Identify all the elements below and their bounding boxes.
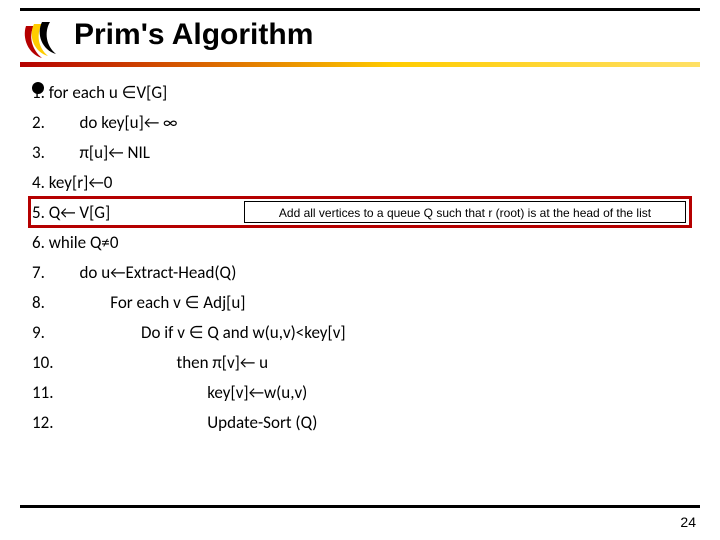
bottom-rule	[20, 505, 700, 508]
code-line: 4. key[r]←0	[32, 172, 112, 193]
code-line: 12. Update-Sort (Q)	[32, 412, 317, 433]
code-line: 2. do key[u]← ∞	[32, 112, 178, 133]
code-line: 10. then π[v]← u	[32, 352, 268, 373]
callout-text: Add all vertices to a queue Q such that …	[244, 201, 686, 223]
slide: Prim's Algorithm 1. for each u ∈V[G] 2. …	[0, 0, 720, 540]
code-line: 11. key[v]←w(u,v)	[32, 382, 307, 403]
code-line: 3. π[u]← NIL	[32, 142, 150, 163]
code-line: 6. while Q≠0	[32, 232, 118, 253]
slide-title: Prim's Algorithm	[74, 18, 313, 52]
top-rule	[20, 8, 700, 11]
gradient-rule	[20, 62, 700, 67]
code-line: 8. For each v ∈ Adj[u]	[32, 292, 246, 313]
code-line: 9. Do if v ∈ Q and w(u,v)<key[v]	[32, 322, 346, 343]
pseudocode-block: 1. for each u ∈V[G] 2. do key[u]← ∞ 3. π…	[32, 78, 346, 438]
page-number: 24	[680, 514, 696, 530]
logo	[20, 18, 64, 62]
code-line: 7. do u←Extract-Head(Q)	[32, 262, 236, 283]
code-line: 1. for each u ∈V[G]	[32, 82, 167, 103]
